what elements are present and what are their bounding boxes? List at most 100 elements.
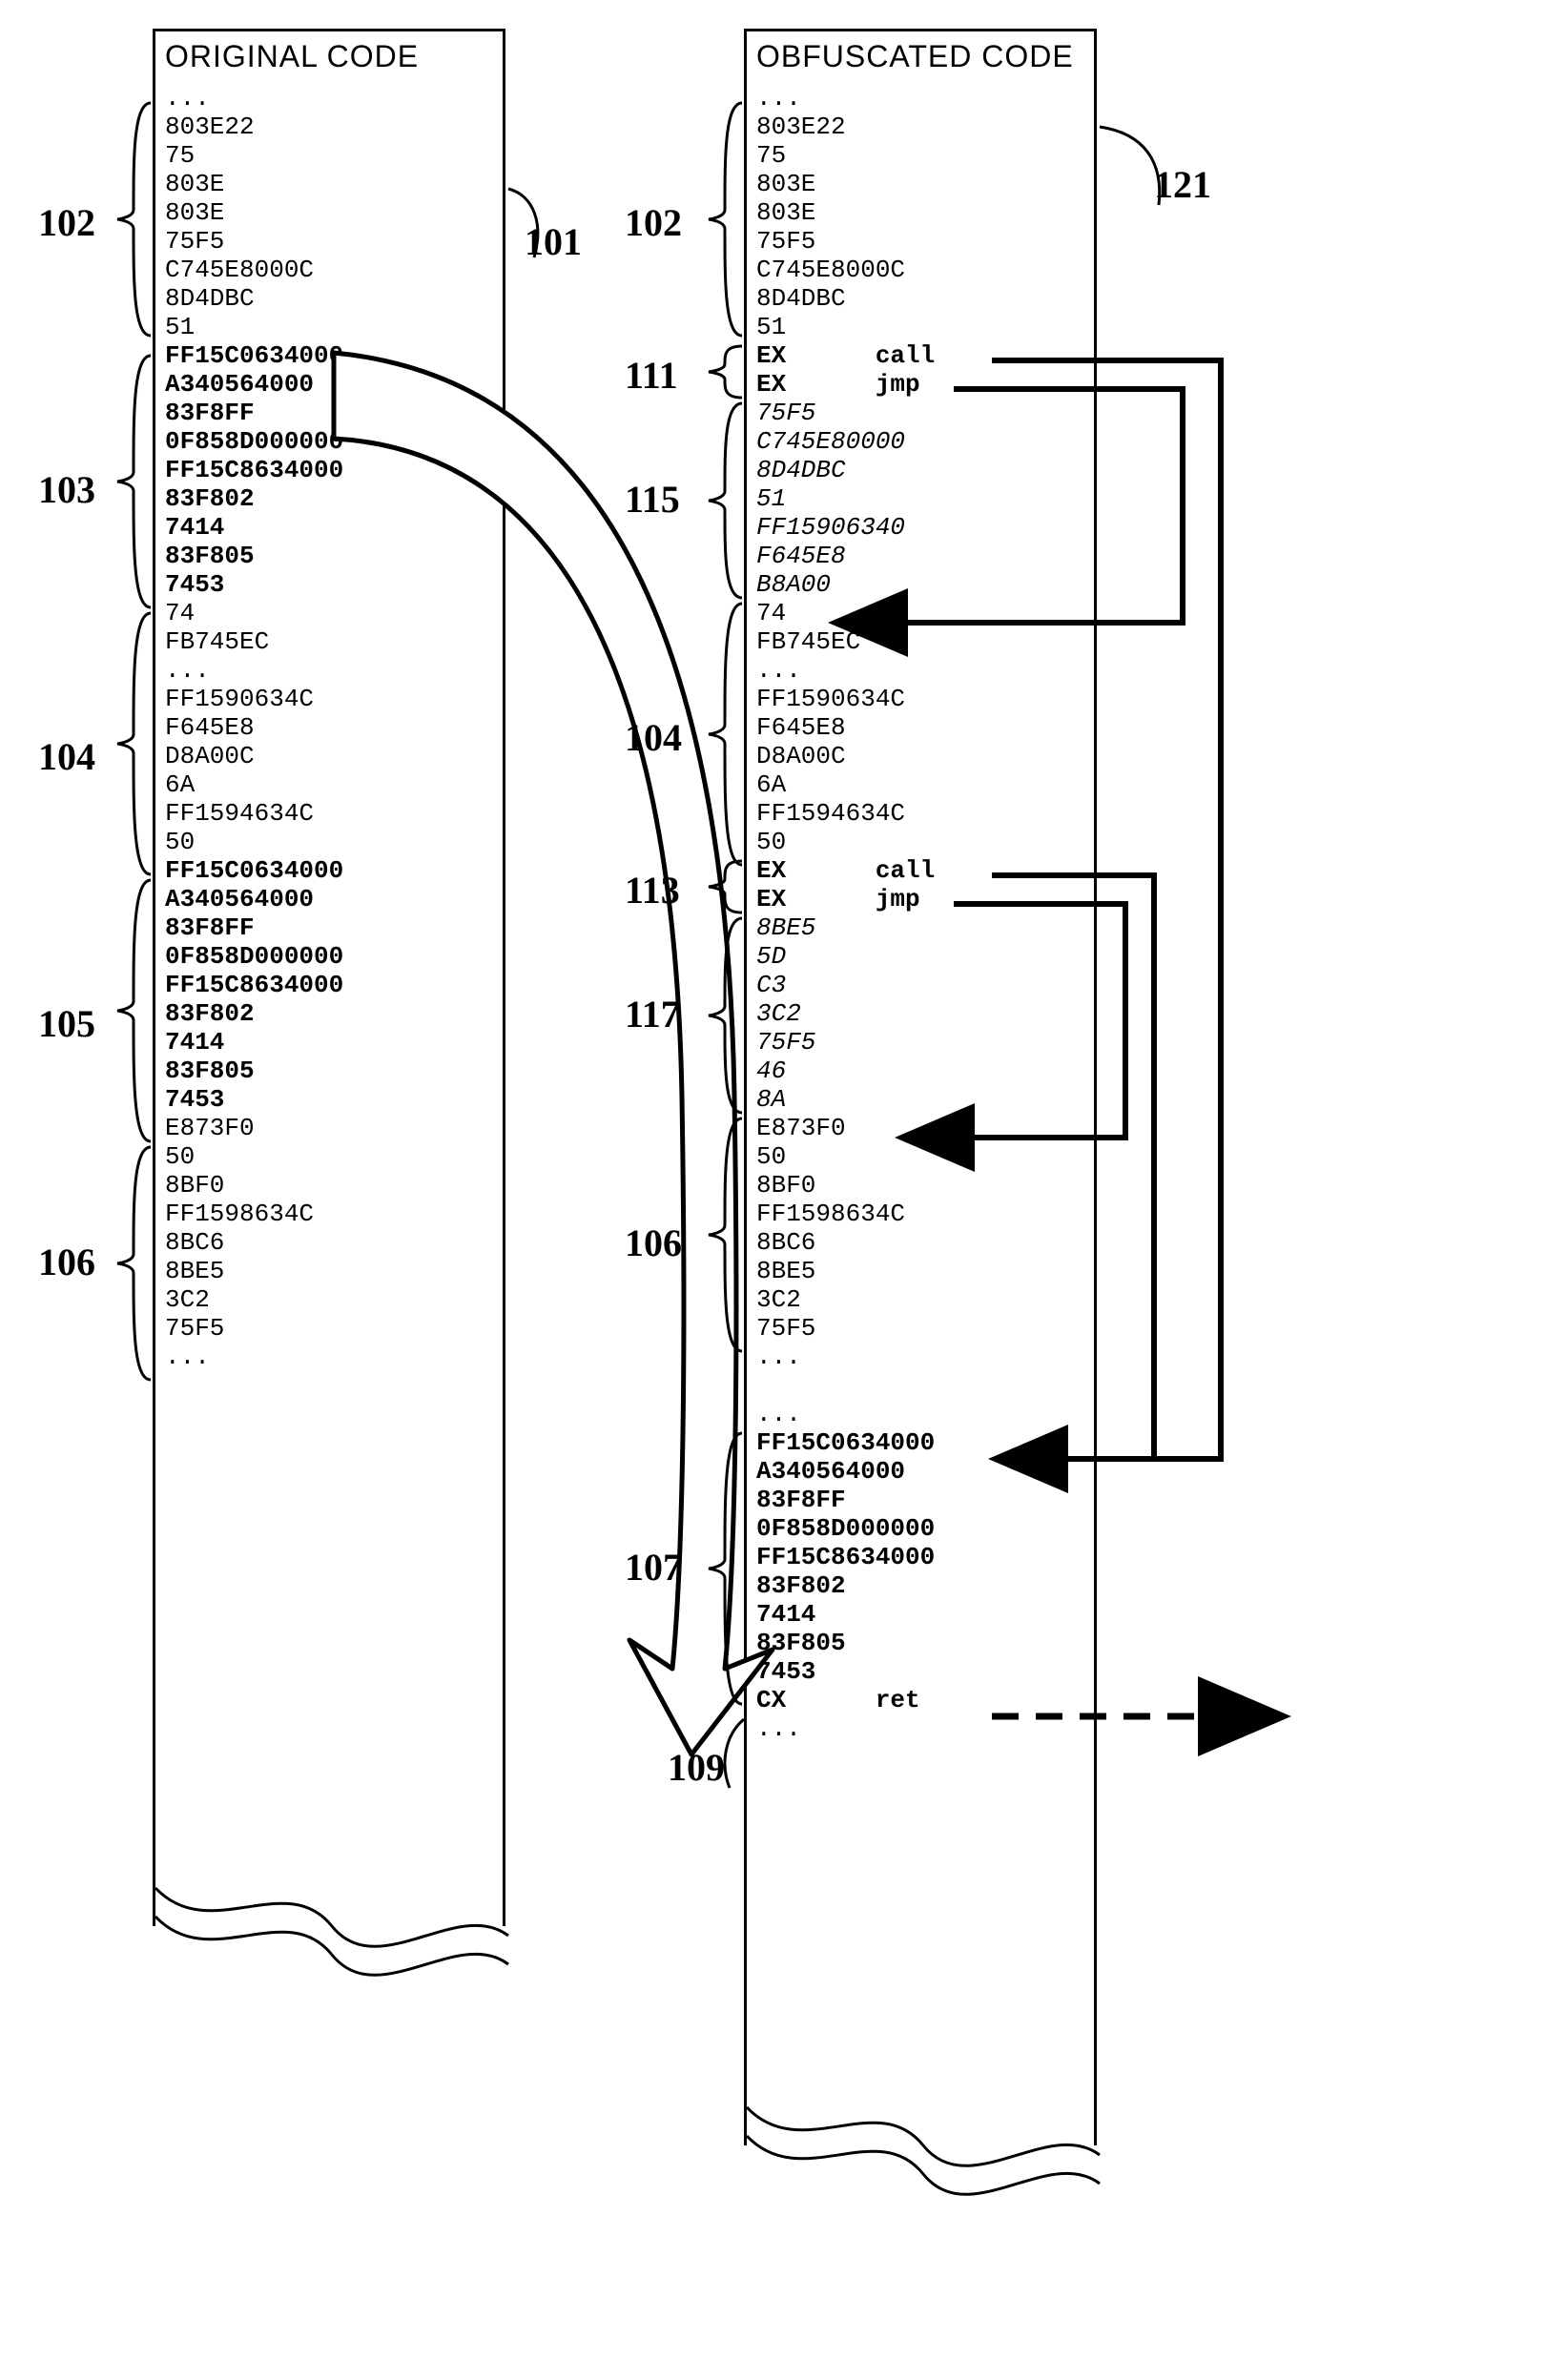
ref-104-left: 104 (38, 734, 95, 779)
code-line: 74 (155, 599, 503, 627)
code-line: 75F5 (155, 1314, 503, 1343)
original-code-panel: ORIGINAL CODE ...803E2275803E803E75F5C74… (153, 29, 505, 1926)
code-line: 7414 (155, 513, 503, 542)
code-line: 6A (155, 770, 503, 799)
code-line: 50 (747, 828, 1094, 856)
code-line: 75F5 (747, 399, 1094, 427)
brace-115 (706, 400, 744, 601)
code-line: C745E8000C (747, 256, 1094, 284)
code-line: 50 (155, 1142, 503, 1171)
code-line: 0F858D000000 (155, 427, 503, 456)
code-line: 83F805 (155, 1057, 503, 1085)
code-line: 74 (747, 599, 1094, 627)
code-line: 51 (155, 313, 503, 341)
code-line: 5D (747, 942, 1094, 971)
code-line: 7453 (747, 1657, 1094, 1686)
code-line: FF15C8634000 (747, 1543, 1094, 1571)
code-line: EX jmp (747, 885, 1094, 913)
ref-106-right: 106 (625, 1221, 682, 1265)
code-line: A340564000 (155, 885, 503, 913)
code-line: 803E22 (747, 113, 1094, 141)
obfuscated-code-lines: ...803E2275803E803E75F5C745E8000C8D4DBC5… (747, 84, 1094, 1743)
code-line: 51 (747, 313, 1094, 341)
code-line: 7414 (747, 1600, 1094, 1629)
torn-edge-right (744, 2107, 1103, 2203)
code-line: ... (747, 1400, 1094, 1428)
code-line: FB745EC (747, 627, 1094, 656)
ref-102-right: 102 (625, 200, 682, 245)
code-line: 8BF0 (747, 1171, 1094, 1200)
code-line: FF1590634C (155, 685, 503, 713)
code-line: 50 (155, 828, 503, 856)
code-line: 83F805 (747, 1629, 1094, 1657)
code-line: FF15C8634000 (155, 971, 503, 999)
code-line: FF15C0634000 (155, 856, 503, 885)
brace-102-left (114, 100, 153, 339)
ref-113: 113 (625, 868, 680, 913)
ref-115: 115 (625, 477, 680, 522)
obfuscated-code-title: OBFUSCATED CODE (747, 31, 1094, 84)
code-line: ... (155, 656, 503, 685)
code-line: 803E (747, 170, 1094, 198)
code-line: F645E8 (155, 713, 503, 742)
code-line: FF1594634C (747, 799, 1094, 828)
code-line: EX call (747, 856, 1094, 885)
code-line: 8BE5 (747, 1257, 1094, 1285)
code-line: 8BC6 (155, 1228, 503, 1257)
code-line: B8A00 (747, 570, 1094, 599)
code-line: CX ret (747, 1686, 1094, 1714)
code-line: C745E80000 (747, 427, 1094, 456)
code-line: 6A (747, 770, 1094, 799)
ref-121-hook (1097, 124, 1183, 210)
code-line: FF15C0634000 (747, 1428, 1094, 1457)
code-line: FF1598634C (155, 1200, 503, 1228)
code-line: F645E8 (747, 713, 1094, 742)
brace-107 (706, 1430, 744, 1707)
code-line: 83F8FF (155, 913, 503, 942)
code-line: 8D4DBC (747, 456, 1094, 484)
ref-104-right: 104 (625, 715, 682, 760)
code-line: FF1590634C (747, 685, 1094, 713)
code-line: FF1594634C (155, 799, 503, 828)
code-line: 75 (747, 141, 1094, 170)
code-line: 75 (155, 141, 503, 170)
ref-103: 103 (38, 467, 95, 512)
code-line: E873F0 (155, 1114, 503, 1142)
code-line: 803E (155, 198, 503, 227)
ref-117: 117 (625, 992, 680, 1036)
code-line: 83F802 (155, 484, 503, 513)
brace-104-left (114, 610, 153, 877)
code-line: 8BE5 (155, 1257, 503, 1285)
code-line: 7414 (155, 1028, 503, 1057)
original-code-lines: ...803E2275803E803E75F5C745E8000C8D4DBC5… (155, 84, 503, 1371)
brace-106-left (114, 1144, 153, 1383)
original-code-title: ORIGINAL CODE (155, 31, 503, 84)
code-line (747, 1371, 1094, 1400)
code-line: ... (747, 1343, 1094, 1371)
code-line: 46 (747, 1057, 1094, 1085)
code-line: FB745EC (155, 627, 503, 656)
brace-106-right (706, 1116, 744, 1354)
obfuscated-code-panel: OBFUSCATED CODE ...803E2275803E803E75F5C… (744, 29, 1097, 2145)
code-line: 75F5 (747, 1028, 1094, 1057)
code-line: 8BE5 (747, 913, 1094, 942)
brace-103 (114, 353, 153, 610)
code-line: 803E (747, 198, 1094, 227)
brace-117 (706, 915, 744, 1116)
code-line: C3 (747, 971, 1094, 999)
ref-106-left: 106 (38, 1240, 95, 1284)
code-line: 8A (747, 1085, 1094, 1114)
code-line: ... (747, 84, 1094, 113)
brace-113 (706, 858, 744, 915)
code-line: FF1598634C (747, 1200, 1094, 1228)
brace-111 (706, 343, 744, 400)
code-line: C745E8000C (155, 256, 503, 284)
ref-109-hook (715, 1716, 773, 1793)
code-line: 3C2 (747, 999, 1094, 1028)
code-line: 3C2 (747, 1285, 1094, 1314)
code-line: ... (155, 1343, 503, 1371)
code-line: FF15C0634000 (155, 341, 503, 370)
ref-101-hook (505, 186, 563, 262)
brace-104-right (706, 601, 744, 868)
code-line: 75F5 (747, 1314, 1094, 1343)
